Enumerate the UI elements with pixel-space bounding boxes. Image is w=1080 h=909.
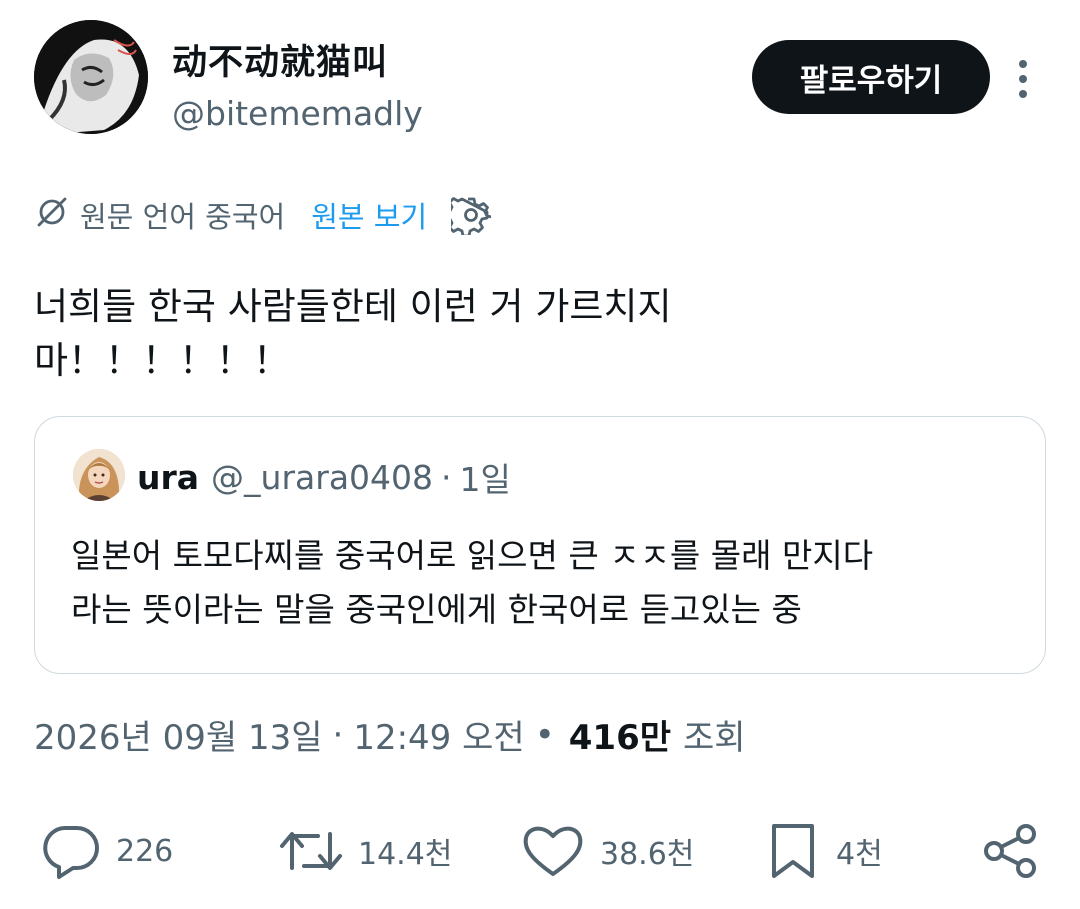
- follow-button[interactable]: 팔로우하기: [752, 40, 990, 114]
- gear-icon[interactable]: [451, 195, 492, 235]
- author-display-name[interactable]: 动不动就猫叫: [172, 34, 388, 85]
- retweet-count: 14.4천: [358, 837, 453, 872]
- translate-icon: [34, 194, 70, 237]
- retweet-icon: [278, 820, 344, 882]
- views-count: 416만: [568, 718, 672, 758]
- tweet-time[interactable]: 12:49 오전: [353, 710, 524, 759]
- more-icon[interactable]: [1006, 54, 1040, 104]
- separator-dot: ·: [332, 714, 344, 755]
- tweet-text-line: 너희들 한국 사람들한테 이런 거 가르치지: [34, 285, 672, 328]
- separator-dot: ·: [441, 457, 452, 497]
- author-avatar[interactable]: [34, 20, 148, 134]
- bookmark-button[interactable]: 4천: [764, 806, 883, 896]
- more-dot: [1019, 90, 1027, 98]
- quoted-tweet-text: 일본어 토모다찌를 중국어로 읽으면 큰 ㅈㅈ를 몰래 만지다 라는 뜻이라는 …: [71, 529, 1031, 637]
- like-count: 38.6천: [600, 837, 695, 872]
- show-original-link[interactable]: 원본 보기: [311, 194, 427, 236]
- quoted-tweet-header: ura @_urara0408 · 1일: [137, 453, 511, 501]
- bookmark-icon: [764, 820, 822, 882]
- bookmark-count: 4천: [836, 837, 883, 872]
- tweet-text-line: 마！！！！！！: [34, 339, 291, 382]
- share-button[interactable]: [980, 806, 1042, 896]
- quoted-tweet-card[interactable]: ura @_urara0408 · 1일 일본어 토모다찌를 중국어로 읽으면 …: [34, 416, 1046, 674]
- reply-button[interactable]: 226: [40, 806, 173, 896]
- separator-bullet: •: [534, 714, 555, 755]
- tweet-text: 너희들 한국 사람들한테 이런 거 가르치지 마！！！！！！: [34, 280, 1034, 388]
- translation-source-label: 원문 언어 중국어: [80, 200, 286, 234]
- quoted-author-handle[interactable]: @_urara0408: [211, 458, 433, 497]
- author-handle[interactable]: @bitememadly: [172, 94, 423, 133]
- quoted-tweet-text-line: 일본어 토모다찌를 중국어로 읽으면 큰 ㅈㅈ를 몰래 만지다: [71, 536, 874, 575]
- heart-icon: [520, 820, 586, 882]
- quoted-author-avatar: [73, 449, 125, 501]
- more-dot: [1019, 60, 1027, 68]
- share-icon: [980, 820, 1042, 882]
- retweet-button[interactable]: 14.4천: [278, 806, 452, 896]
- reply-count: 226: [116, 833, 174, 869]
- more-dot: [1019, 75, 1027, 83]
- quoted-tweet-time[interactable]: 1일: [460, 453, 511, 501]
- quoted-author-name[interactable]: ura: [137, 458, 199, 497]
- tweet-date[interactable]: 2026년 09월 13일: [34, 710, 323, 759]
- quoted-tweet-text-line: 라는 뜻이라는 말을 중국인에게 한국어로 듣고있는 중: [71, 590, 802, 629]
- tweet-meta: 2026년 09월 13일 · 12:49 오전 • 416만 조회: [34, 710, 746, 759]
- translation-bar: 원문 언어 중국어 원본 보기: [34, 192, 492, 238]
- views-label: 조회: [683, 718, 746, 758]
- like-button[interactable]: 38.6천: [520, 806, 694, 896]
- reply-icon: [40, 820, 102, 882]
- tweet-header: 动不动就猫叫 @bitememadly 팔로우하기: [0, 0, 1080, 160]
- action-bar: 226 14.4천 38.6천 4천: [0, 806, 1080, 896]
